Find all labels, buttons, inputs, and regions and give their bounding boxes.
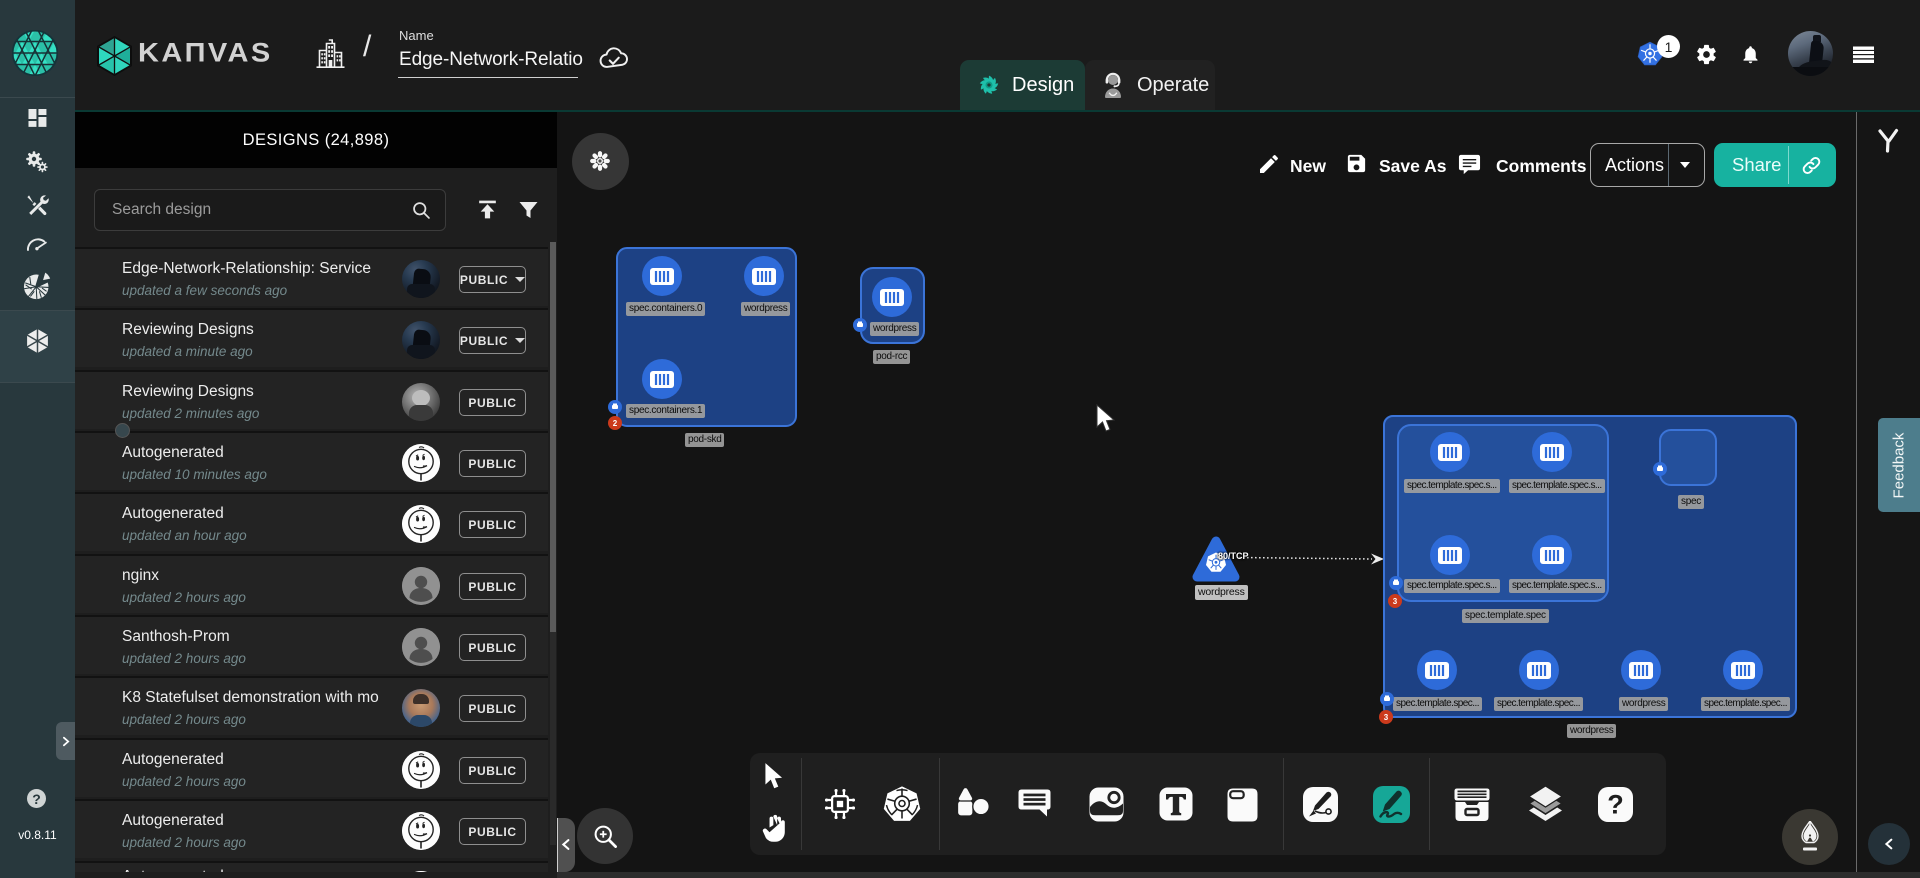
- svg-text:?: ?: [1607, 790, 1624, 820]
